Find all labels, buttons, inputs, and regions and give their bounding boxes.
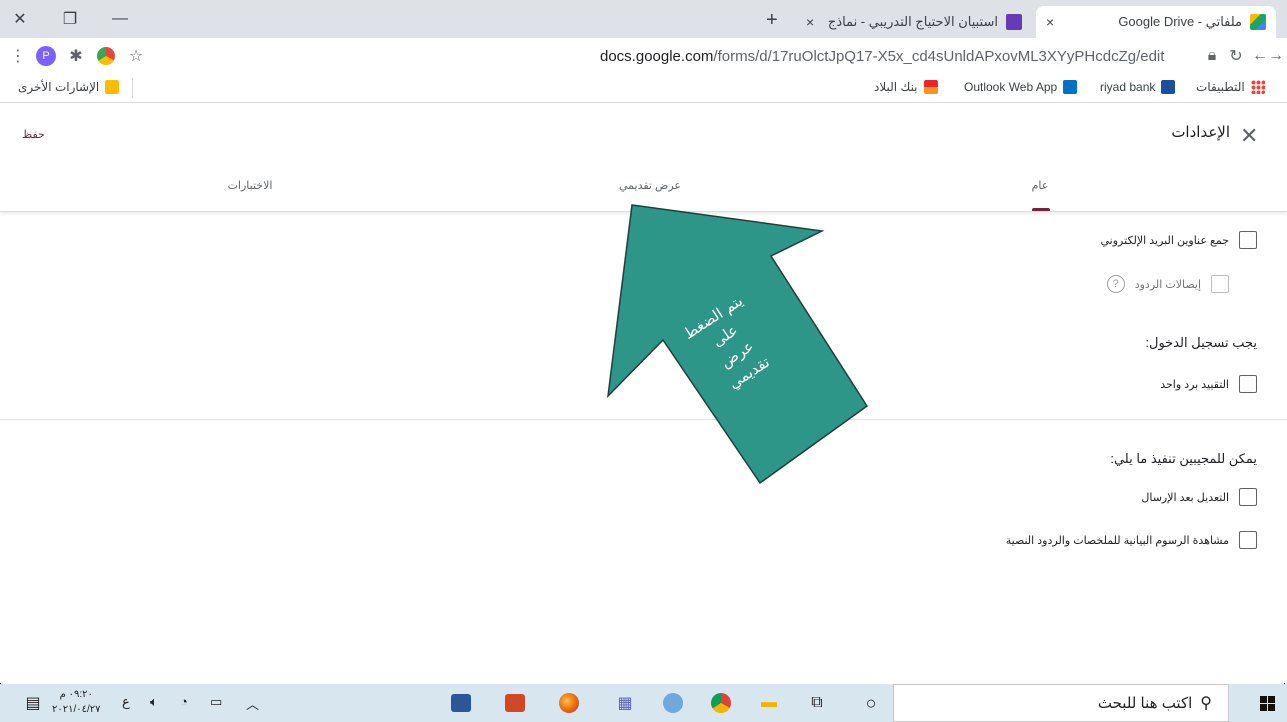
limit-one-row[interactable]: التقييد برد واحد <box>1160 375 1257 393</box>
response-receipts-label: إيصالات الردود <box>1134 278 1201 291</box>
browser-toolbar: ⋮ P ✱ ☆ docs.google.com/forms/d/17ruOlct… <box>0 38 1287 75</box>
folder-icon <box>105 80 120 94</box>
annotation-arrow: يتم الضغط على عرض تقديمي <box>606 204 869 485</box>
windows-start-icon[interactable] <box>1254 690 1280 716</box>
tab-quizzes[interactable]: الاختبارات <box>180 179 320 192</box>
restore-window-icon[interactable]: ❐ <box>50 0 90 38</box>
browser-tab-strip: ✕ ❐ — + استبيان الاحتياج التدريبي - نماذ… <box>0 0 1287 38</box>
search-placeholder: اكتب هنا للبحث <box>1097 695 1193 712</box>
chrome-icon[interactable] <box>708 690 734 716</box>
reload-icon[interactable]: ↻ <box>1224 44 1248 68</box>
see-charts-row[interactable]: مشاهدة الرسوم البيانية للملخصات والردود … <box>1006 531 1257 549</box>
notifications-icon[interactable]: ▤ <box>20 690 46 716</box>
see-charts-checkbox[interactable] <box>1239 531 1257 549</box>
edit-after-label: التعديل بعد الإرسال <box>1141 491 1229 504</box>
volume-icon[interactable]: 🔈︎ <box>150 694 158 710</box>
limit-one-checkbox[interactable] <box>1239 375 1257 393</box>
extension-icon[interactable] <box>94 44 118 68</box>
clock-date: ٢٠٢١/٠٤/٢٧ <box>52 704 101 715</box>
close-tab-icon[interactable]: × <box>1046 14 1066 30</box>
albilad-icon <box>923 80 938 94</box>
show-hidden-icons[interactable]: ︿ <box>246 694 259 713</box>
firefox-icon[interactable] <box>556 690 582 716</box>
bookmark-albilad-label: بنك البلاد <box>874 80 918 94</box>
bookmark-star-icon[interactable]: ☆ <box>124 44 148 68</box>
minimize-window-icon[interactable]: — <box>100 0 140 38</box>
settings-title: الإعدادات <box>1171 124 1230 141</box>
bookmark-albilad[interactable]: بنك البلاد <box>874 80 938 94</box>
file-explorer-icon[interactable]: ▬ <box>756 690 782 716</box>
collect-email-row[interactable]: جمع عناوين البريد الإلكتروني <box>1101 231 1257 249</box>
tab-drive[interactable]: ملفاتي - Google Drive × <box>1036 6 1276 38</box>
battery-icon[interactable]: ▭ <box>210 694 222 710</box>
active-tab-indicator <box>1032 208 1050 211</box>
apps-grid-icon <box>1250 80 1265 94</box>
bookmark-riyad-label: riyad bank <box>1100 80 1156 94</box>
save-button[interactable]: حفظ <box>22 128 45 141</box>
tab-presentation[interactable]: عرض تقديمي <box>560 179 740 192</box>
bookmark-apps[interactable]: التطبيقات <box>1196 80 1265 94</box>
help-icon[interactable]: ? <box>1106 275 1125 293</box>
requires-signin-heading: يجب تسجيل الدخول: <box>1145 335 1257 350</box>
teams-icon[interactable]: ▦ <box>612 690 638 716</box>
extensions-puzzle-icon[interactable]: ✱ <box>64 44 88 68</box>
limit-one-label: التقييد برد واحد <box>1160 378 1229 391</box>
tab-forms[interactable]: استبيان الاحتياج التدريبي - نماذج × <box>796 6 1032 38</box>
tab-general[interactable]: عام <box>1000 179 1080 192</box>
task-view-icon[interactable]: ⧉ <box>804 690 830 716</box>
other-bookmarks[interactable]: الإشارات الأخرى <box>18 80 120 94</box>
powerpoint-icon[interactable] <box>502 690 528 716</box>
tab-drive-title: ملفاتي - Google Drive <box>1118 14 1242 29</box>
url-host: docs.google.com <box>600 47 714 65</box>
lock-icon[interactable]: 🔒︎ <box>1200 44 1224 68</box>
clock-time: ٠٩:٢٠ م <box>59 689 93 700</box>
respondents-can-heading: يمكن للمجيبين تنفيذ ما يلي: <box>1110 451 1257 466</box>
close-window-icon[interactable]: ✕ <box>0 0 40 38</box>
bookmark-apps-label: التطبيقات <box>1196 80 1245 94</box>
bookmark-outlook[interactable]: Outlook Web App <box>964 80 1078 94</box>
bookmarks-divider <box>132 78 133 98</box>
collect-email-checkbox[interactable] <box>1239 231 1257 249</box>
app-icon[interactable] <box>660 690 686 716</box>
url-path: /forms/d/17ruOlctJpQ17-X5x_cd4sUnldAPxov… <box>713 47 1165 65</box>
bookmark-outlook-label: Outlook Web App <box>964 80 1058 94</box>
taskbar-clock[interactable]: ٠٩:٢٠ م ٢٠٢١/٠٤/٢٧ <box>52 687 101 717</box>
new-tab-button[interactable]: + <box>766 9 778 32</box>
edit-after-checkbox[interactable] <box>1239 488 1257 506</box>
bookmarks-bar: الإشارات الأخرى التطبيقات riyad bank Out… <box>0 74 1287 103</box>
collect-email-label: جمع عناوين البريد الإلكتروني <box>1100 234 1229 247</box>
google-forms-icon <box>1006 14 1022 30</box>
menu-dots-icon[interactable]: ⋮ <box>6 44 30 68</box>
bookmark-riyad-bank[interactable]: riyad bank <box>1100 80 1176 94</box>
close-tab-icon[interactable]: × <box>806 14 826 30</box>
profile-avatar[interactable]: P <box>34 44 58 68</box>
response-receipts-checkbox <box>1211 275 1229 293</box>
see-charts-label: مشاهدة الرسوم البيانية للملخصات والردود … <box>1005 534 1229 547</box>
google-drive-icon <box>1250 14 1266 30</box>
network-icon[interactable]: ◔ <box>180 694 188 709</box>
windows-taskbar: ⚲ اكتب هنا للبحث ○ ⧉ ▬ ▦ ︿ ▭ ◔ 🔈︎ ع ٠٩:٢… <box>0 684 1287 722</box>
back-icon[interactable]: → <box>1264 44 1287 68</box>
taskbar-search-box[interactable]: ⚲ اكتب هنا للبحث <box>893 684 1229 722</box>
search-icon: ⚲ <box>1200 695 1212 712</box>
outlook-icon <box>1063 80 1078 94</box>
avatar-letter: P <box>36 46 56 66</box>
edit-after-row[interactable]: التعديل بعد الإرسال <box>1141 488 1257 506</box>
riyad-bank-icon <box>1161 80 1176 94</box>
address-bar[interactable]: docs.google.com/forms/d/17ruOlctJpQ17-X5… <box>600 44 1198 68</box>
other-bookmarks-label: الإشارات الأخرى <box>18 80 100 94</box>
close-icon[interactable]: ✕ <box>1240 123 1258 149</box>
word-icon[interactable] <box>448 690 474 716</box>
cortana-icon[interactable]: ○ <box>858 690 884 716</box>
tab-forms-title: استبيان الاحتياج التدريبي - نماذج <box>828 14 998 29</box>
language-indicator[interactable]: ع <box>122 694 130 710</box>
response-receipts-row: إيصالات الردود ? <box>1106 275 1229 293</box>
